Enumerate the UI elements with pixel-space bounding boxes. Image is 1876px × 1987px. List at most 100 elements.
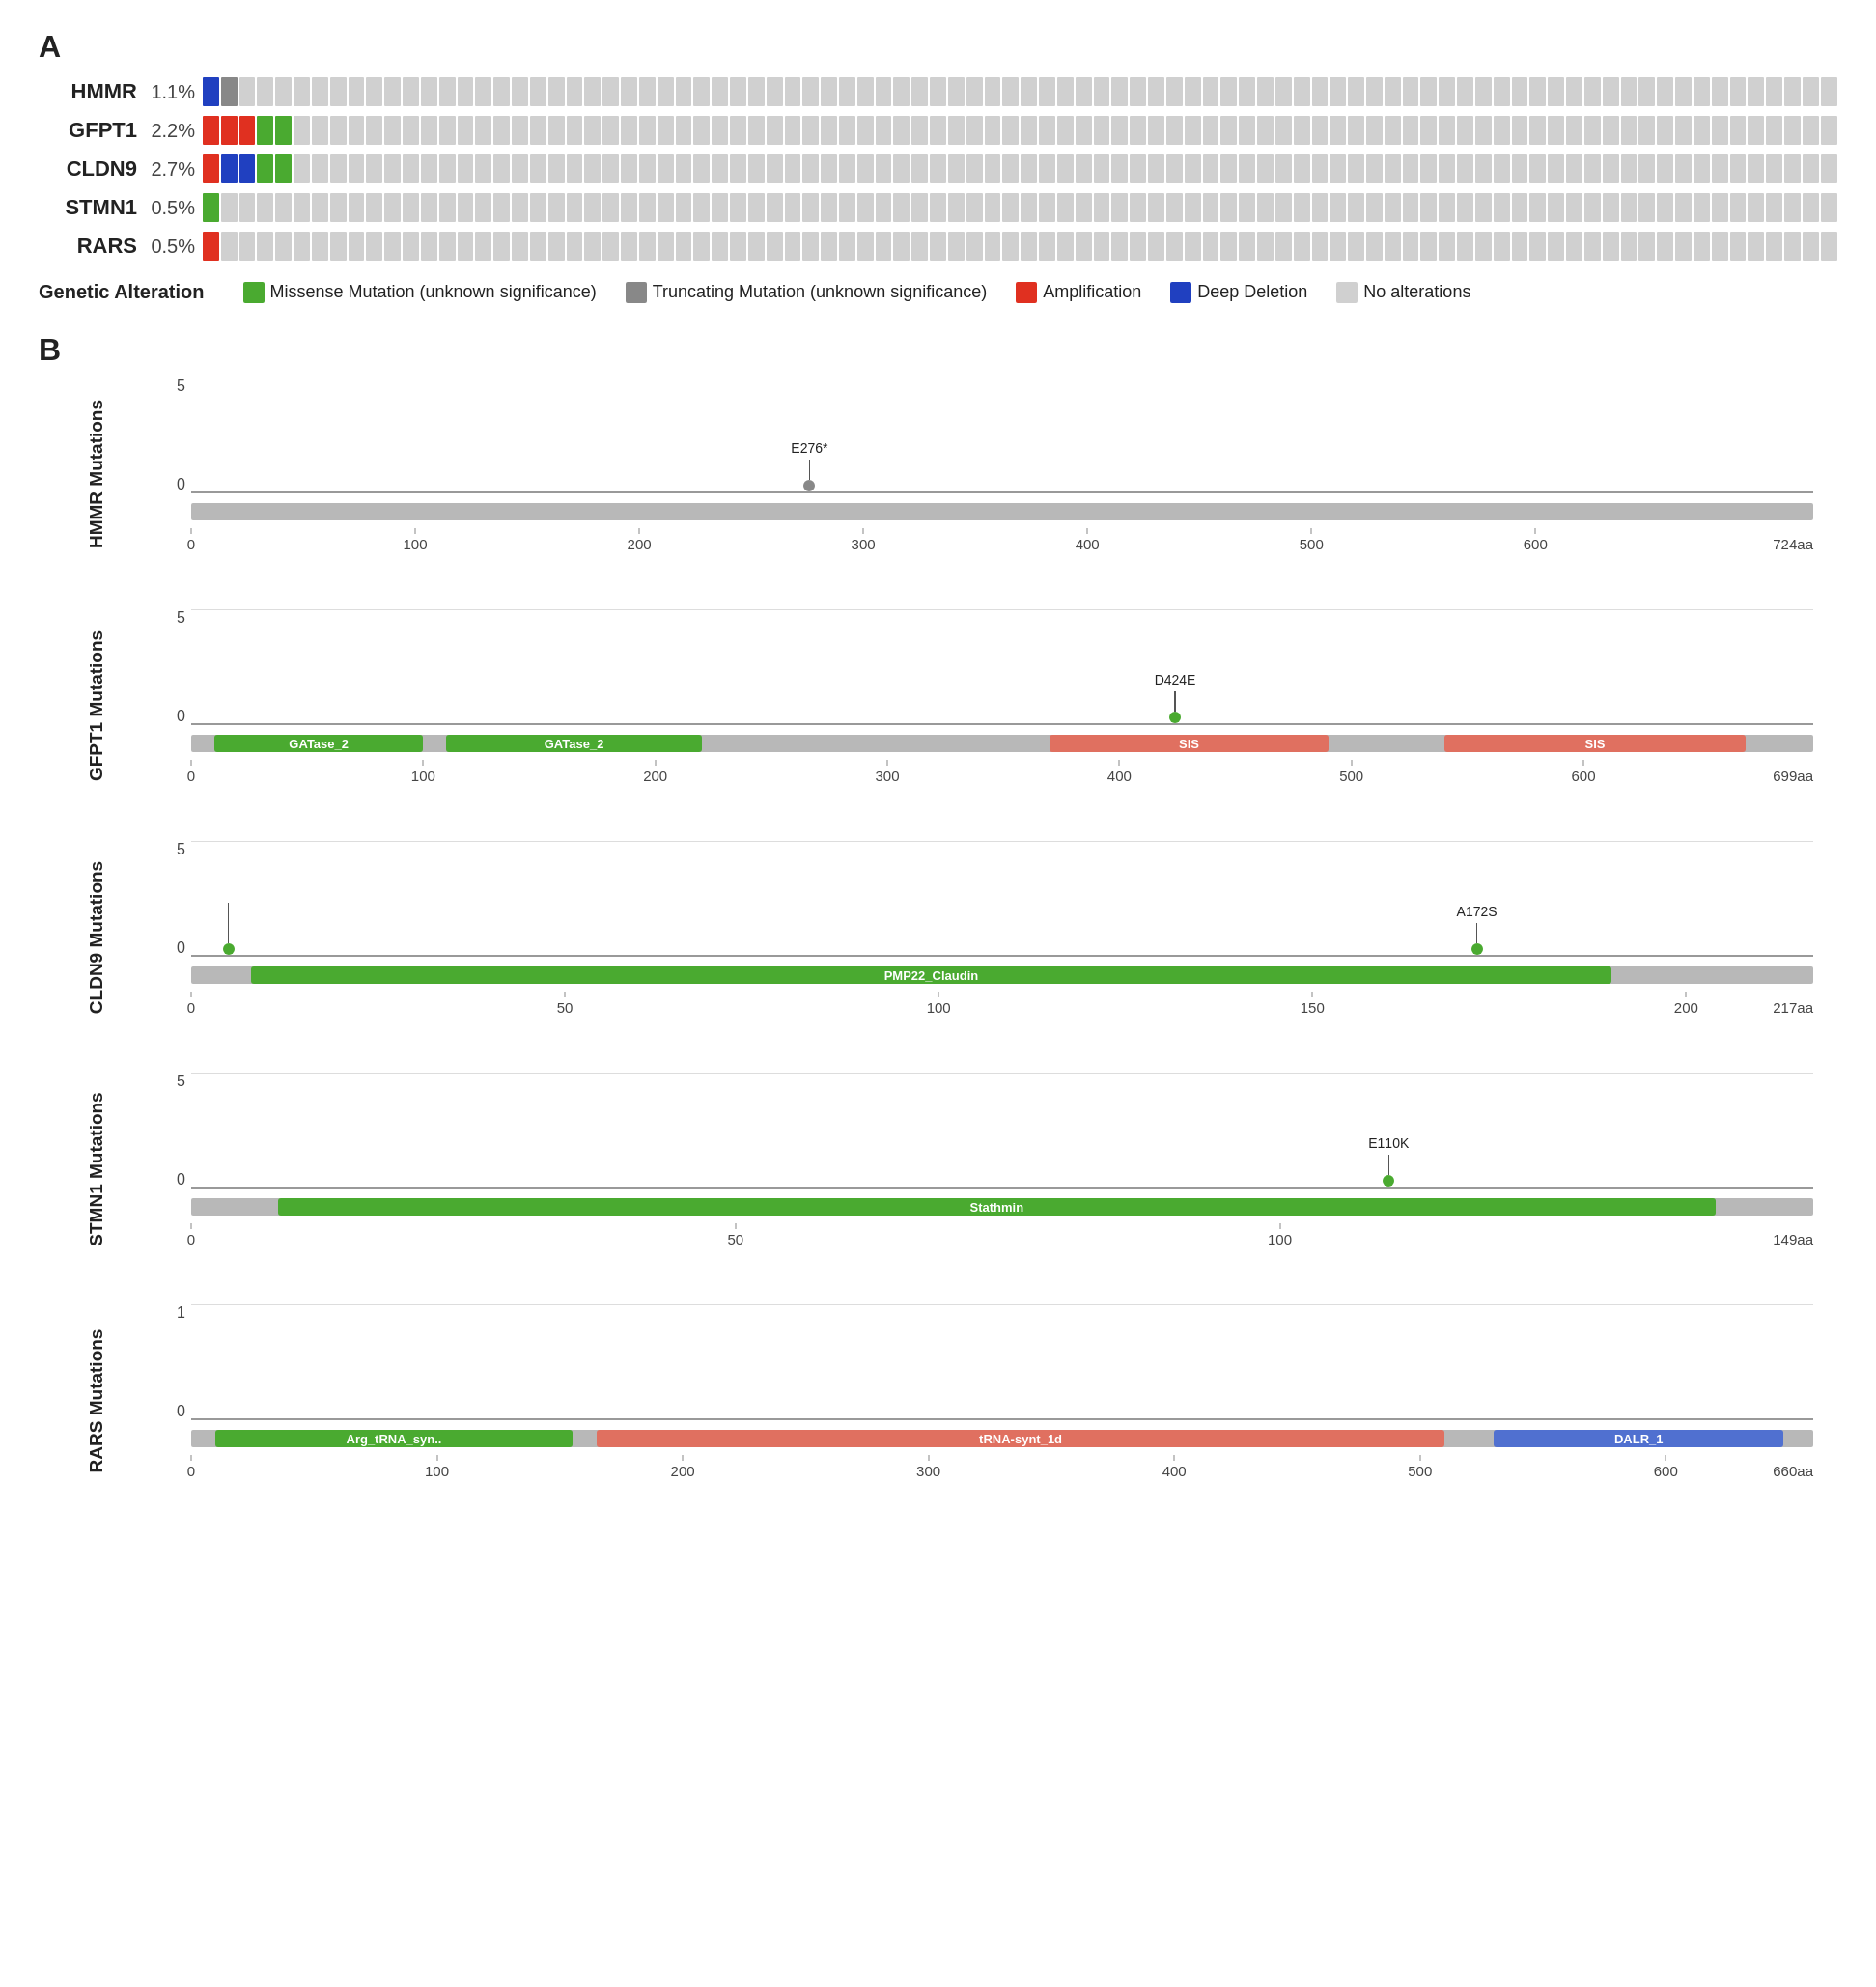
track-cell	[1529, 77, 1546, 106]
track-cell	[876, 232, 892, 261]
track-cell	[439, 77, 456, 106]
track-cell	[458, 193, 474, 222]
track-cell	[911, 232, 928, 261]
domain-bar-area: Arg_tRNA_syn..tRNA-synt_1dDALR_1	[191, 1424, 1813, 1453]
track-cell	[475, 116, 491, 145]
gene-label-hmmr: HMMR	[39, 79, 145, 104]
track-cell	[421, 154, 437, 183]
track-cell	[1403, 154, 1419, 183]
y-zero-label: 0	[177, 708, 185, 725]
x-tick-label: 100	[927, 999, 951, 1016]
track-cell	[802, 77, 819, 106]
track-cell	[1094, 77, 1110, 106]
track-cell	[1748, 193, 1764, 222]
track-cell	[1111, 154, 1128, 183]
domain-segment: DALR_1	[1494, 1430, 1783, 1447]
lollipop-dot	[803, 480, 815, 491]
track-cell	[621, 116, 637, 145]
track-cell	[658, 193, 674, 222]
track-cell	[639, 77, 656, 106]
track-cell	[458, 154, 474, 183]
track-cell	[312, 116, 328, 145]
track-cell	[1784, 193, 1801, 222]
track-cell	[1584, 232, 1601, 261]
track-cell	[330, 116, 347, 145]
track-cell	[1730, 116, 1747, 145]
domain-segment: tRNA-synt_1d	[597, 1430, 1444, 1447]
track-cell	[1512, 154, 1528, 183]
track-cell	[1220, 193, 1237, 222]
track-cell	[458, 77, 474, 106]
track-cell	[1166, 232, 1183, 261]
track-cell	[985, 116, 1001, 145]
x-tick-line	[1279, 1223, 1280, 1229]
track-cell	[548, 232, 565, 261]
track-cell	[312, 193, 328, 222]
x-tick-label: 0	[187, 1231, 195, 1247]
track-cell	[1638, 193, 1655, 222]
track-cell	[1420, 116, 1437, 145]
track-cell	[475, 193, 491, 222]
track-cell	[239, 193, 256, 222]
track-cell	[239, 116, 256, 145]
track-cell	[584, 232, 601, 261]
x-tick-label: 200	[1674, 999, 1698, 1016]
track-cell	[530, 232, 546, 261]
y-axis-numbers: 50	[154, 378, 185, 493]
track-cell	[1166, 77, 1183, 106]
track-cell	[930, 154, 946, 183]
track-cell	[985, 154, 1001, 183]
track-cell	[1130, 193, 1146, 222]
track-cell	[1002, 77, 1019, 106]
track-cell	[1529, 232, 1546, 261]
track-cell	[584, 154, 601, 183]
lollipop-stem	[228, 903, 230, 943]
track-cell	[294, 193, 310, 222]
track-cell	[1257, 116, 1274, 145]
track-cell	[1130, 154, 1146, 183]
track-cell	[1475, 232, 1492, 261]
track-cell	[802, 232, 819, 261]
track-cell	[839, 116, 855, 145]
pct-label-rars: 0.5%	[145, 236, 203, 258]
track-cell	[767, 193, 783, 222]
scatter-area: D424E	[191, 609, 1813, 725]
track-cell	[1185, 232, 1201, 261]
track-cell	[1748, 77, 1764, 106]
track-cell	[421, 116, 437, 145]
x-tick-label: 100	[1268, 1231, 1292, 1247]
track-cell	[403, 116, 419, 145]
gene-label-rars: RARS	[39, 234, 145, 259]
track-cell	[1657, 116, 1673, 145]
track-cell	[1784, 77, 1801, 106]
y-label-container: CLDN9 Mutations	[39, 841, 154, 1034]
track-cell	[1312, 193, 1329, 222]
track-cell	[821, 154, 837, 183]
track-cell	[1694, 154, 1710, 183]
x-end-label: 149aa	[1773, 1231, 1813, 1247]
track-cell	[876, 154, 892, 183]
y-label-container: STMN1 Mutations	[39, 1073, 154, 1266]
track-cell	[421, 232, 437, 261]
track-cell	[930, 193, 946, 222]
track-cell	[639, 232, 656, 261]
track-cell	[948, 77, 965, 106]
track-cell	[1348, 193, 1364, 222]
track-cell	[1803, 154, 1819, 183]
track-cell	[1076, 77, 1092, 106]
track-cell	[1584, 154, 1601, 183]
track-cell	[1185, 77, 1201, 106]
mutation-lollipop: E276*	[803, 460, 815, 491]
oncoprint-row-rars: RARS0.5%	[39, 229, 1837, 264]
track-cell	[330, 232, 347, 261]
track-cell	[1821, 77, 1837, 106]
track-cell	[403, 154, 419, 183]
track-cell	[312, 77, 328, 106]
x-tick-label: 600	[1524, 536, 1548, 552]
track-cell	[239, 77, 256, 106]
track-cell	[584, 116, 601, 145]
track-cell	[1348, 116, 1364, 145]
track-cell	[1275, 77, 1292, 106]
y-label-container: GFPT1 Mutations	[39, 609, 154, 802]
y-max-label: 5	[177, 841, 185, 858]
